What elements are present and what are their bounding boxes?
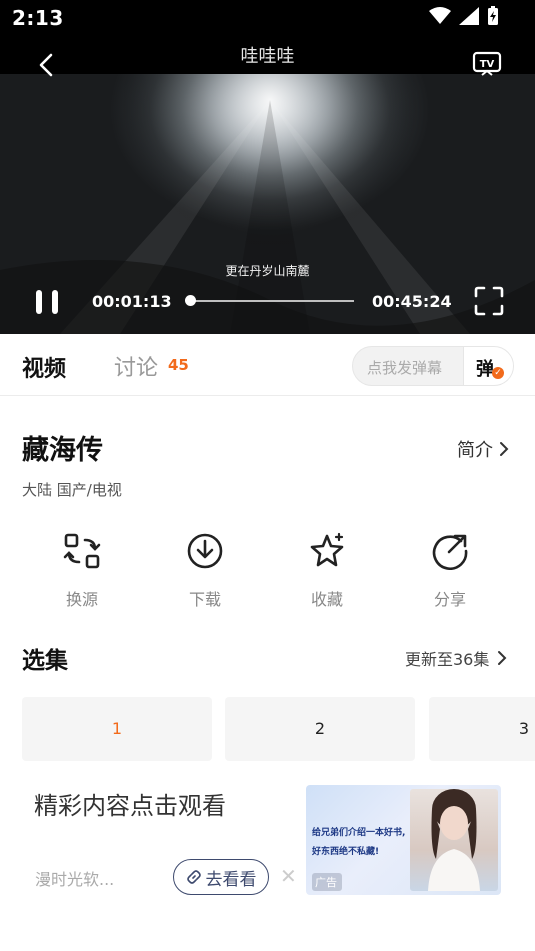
download-button[interactable]: 下载	[165, 532, 245, 610]
show-title: 藏海传	[22, 435, 103, 466]
ad-image-text-1: 给兄弟们介绍一本好书,	[312, 828, 406, 838]
episodes-update-link[interactable]: 更新至36集	[405, 646, 507, 670]
danmaku-input[interactable]: 点我发弹幕 弹 ✓	[352, 346, 514, 386]
signal-icon	[459, 7, 479, 25]
status-icons	[429, 6, 499, 26]
swap-source-button[interactable]: 换源	[42, 532, 122, 610]
discuss-count-badge: 45	[168, 356, 189, 374]
tab-discuss[interactable]: 讨论	[114, 350, 158, 382]
tv-cast-icon[interactable]: TV	[472, 51, 502, 77]
video-title: 哇哇哇	[240, 46, 295, 67]
svg-text:TV: TV	[480, 59, 495, 70]
ad-go-label: 去看看	[205, 869, 257, 890]
favorite-label: 收藏	[310, 590, 343, 609]
episodes-update-label: 更新至36集	[405, 650, 490, 669]
wifi-icon	[429, 7, 451, 24]
status-time: 2:13	[12, 6, 64, 30]
content-tabs: 视频 讨论 45 点我发弹幕 弹 ✓	[0, 334, 535, 396]
fullscreen-icon[interactable]	[474, 286, 504, 316]
share-icon	[432, 534, 468, 570]
ad-badge: 广告	[312, 873, 342, 891]
video-subtitle: 更在丹岁山南麓	[225, 264, 310, 278]
intro-link[interactable]: 简介	[457, 436, 509, 462]
ad-go-button[interactable]: 去看看	[173, 859, 269, 895]
star-icon	[310, 532, 344, 567]
chevron-right-icon	[500, 442, 509, 456]
check-icon: ✓	[492, 367, 504, 379]
favorite-button[interactable]: 收藏	[287, 532, 367, 610]
share-label: 分享	[433, 590, 466, 609]
danmaku-placeholder: 点我发弹幕	[367, 359, 443, 377]
danmaku-toggle-label: 弹	[476, 359, 494, 380]
video-player[interactable]: 哇哇哇 TV 更在丹岁山南麓 00:01:13 00:45:24	[0, 40, 535, 334]
ad-source: 漫时光软...	[35, 870, 115, 889]
current-time: 00:01:13	[92, 292, 172, 311]
link-icon	[186, 870, 201, 884]
duration: 00:45:24	[372, 292, 452, 311]
ad-title[interactable]: 精彩内容点击观看	[34, 786, 226, 821]
player-top-bar: 哇哇哇 TV	[0, 40, 535, 77]
pause-icon[interactable]	[34, 288, 60, 316]
episode-item-1[interactable]: 1	[22, 697, 212, 761]
close-icon[interactable]: ✕	[280, 864, 297, 888]
ad-photo	[410, 789, 498, 891]
ad-image[interactable]: 给兄弟们介绍一本好书, 好东西绝不私藏! 广告	[306, 785, 501, 895]
swap-source-label: 换源	[65, 590, 98, 609]
battery-charging-icon	[488, 6, 498, 25]
show-meta: 大陆 国产/电视	[22, 481, 122, 499]
tab-video[interactable]: 视频	[22, 351, 66, 383]
episode-item-3[interactable]: 3	[429, 697, 535, 761]
status-bar: 2:13	[0, 0, 535, 40]
progress-knob[interactable]	[185, 295, 197, 306]
person-icon	[428, 789, 480, 891]
intro-label: 简介	[457, 440, 493, 461]
episodes-title: 选集	[22, 648, 68, 674]
share-button[interactable]: 分享	[410, 532, 490, 610]
download-icon	[187, 533, 223, 569]
danmaku-toggle-button[interactable]: 弹 ✓	[463, 347, 513, 385]
ad-image-text-2: 好东西绝不私藏!	[312, 847, 380, 857]
player-controls: 00:01:13 00:45:24	[0, 280, 535, 334]
swap-source-icon	[63, 533, 101, 569]
progress-bar[interactable]	[186, 300, 354, 302]
download-label: 下载	[188, 590, 221, 609]
episode-item-2[interactable]: 2	[225, 697, 415, 761]
chevron-right-icon	[498, 651, 507, 665]
